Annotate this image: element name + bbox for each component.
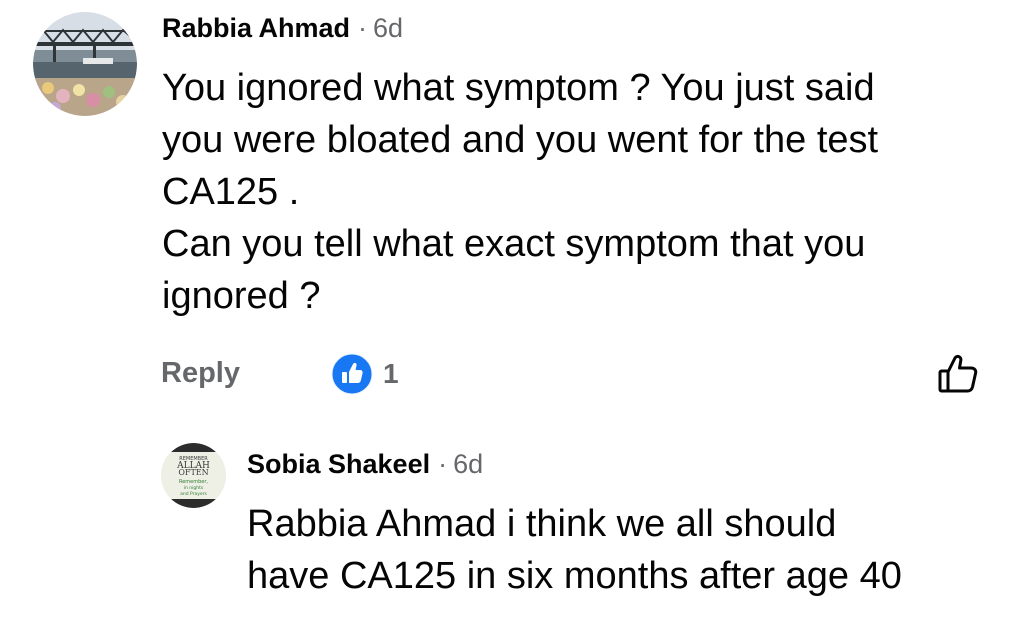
svg-text:and Prayers: and Prayers <box>180 491 207 497</box>
comment-text: Rabbia Ahmad i think we all should have … <box>247 498 902 602</box>
comment-line: CA125 . <box>162 171 300 213</box>
like-button[interactable] <box>936 352 980 396</box>
comment-line: You ignored what symptom ? You just said <box>162 67 875 109</box>
timestamp[interactable]: 6d <box>373 13 403 43</box>
timestamp[interactable]: 6d <box>453 449 483 479</box>
author-name[interactable]: Rabbia Ahmad <box>162 13 350 43</box>
reaction-summary[interactable]: 1 <box>331 353 399 395</box>
bridge-photo-icon <box>33 12 137 116</box>
like-reaction-icon <box>331 353 373 395</box>
comment-line: Rabbia Ahmad i think we all should <box>247 503 837 545</box>
comment-text: You ignored what symptom ? You just said… <box>162 62 878 322</box>
comment-line: ignored ? <box>162 275 321 317</box>
svg-text:OFTEN: OFTEN <box>178 468 208 477</box>
comment-header: Sobia Shakeel · 6d <box>247 447 483 481</box>
svg-text:in nights: in nights <box>184 485 204 491</box>
avatar[interactable]: REMEMBER ALLAH OFTEN Remember, in nights… <box>161 443 226 508</box>
thumbs-up-outline-icon <box>938 354 978 393</box>
separator-dot: · <box>438 449 448 479</box>
comment-line: you were bloated and you went for the te… <box>162 119 879 161</box>
svg-text:Remember,: Remember, <box>179 479 208 485</box>
comment: Rabbia Ahmad · 6d You ignored what symptom… <box>0 0 1024 420</box>
comment-header: Rabbia Ahmad · 6d <box>162 11 403 45</box>
separator-dot: · <box>358 13 368 43</box>
reaction-count: 1 <box>383 358 399 389</box>
reply-comment: REMEMBER ALLAH OFTEN Remember, in nights… <box>0 420 1024 624</box>
comment-line: have CA125 in six months after age 40 <box>247 555 902 597</box>
avatar[interactable] <box>33 12 137 116</box>
comment-line: Can you tell what exact symptom that you <box>162 223 866 265</box>
author-name[interactable]: Sobia Shakeel <box>247 449 430 479</box>
text-badge-icon: REMEMBER ALLAH OFTEN Remember, in nights… <box>161 443 226 508</box>
reply-button[interactable]: Reply <box>161 355 240 391</box>
